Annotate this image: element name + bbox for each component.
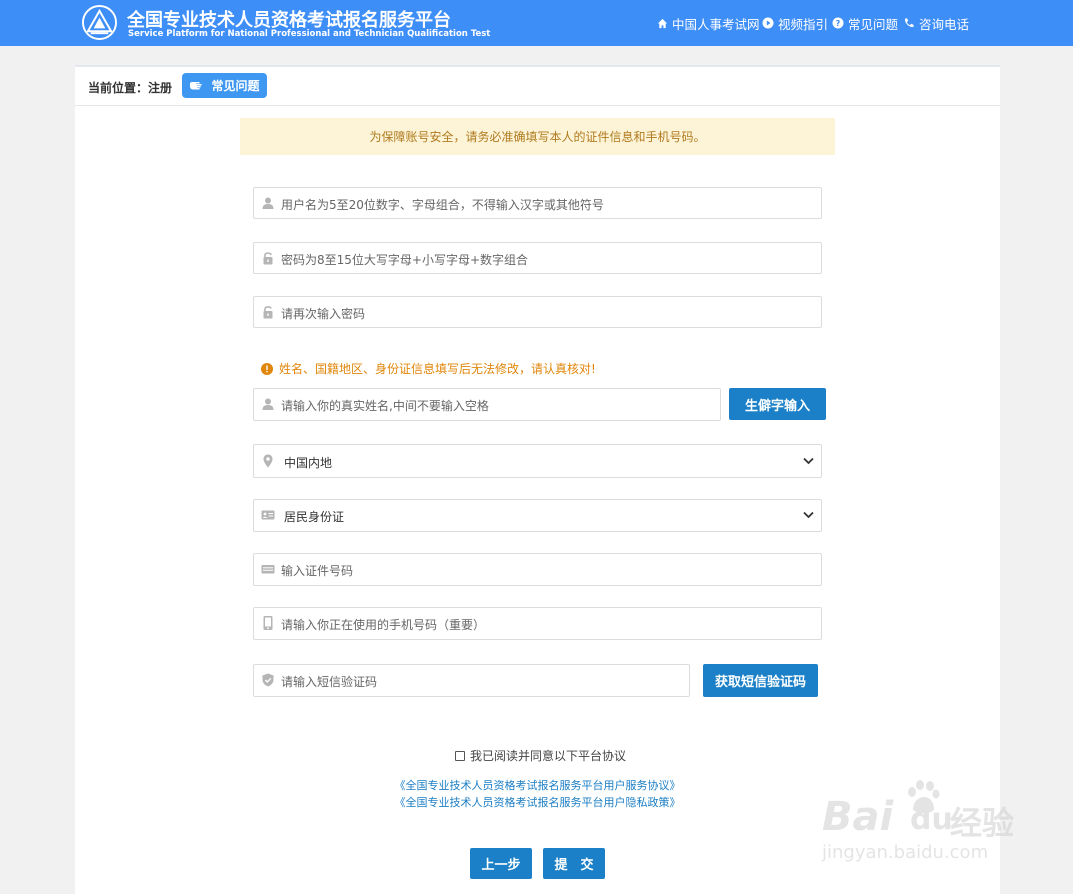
platform-title-en: Service Platform for National Profession… <box>128 29 491 39</box>
home-icon <box>657 18 668 28</box>
breadcrumb: 当前位置：注册 常见问题 <box>75 67 1000 106</box>
unlock-icon <box>263 306 273 319</box>
nav-link-video[interactable]: 视频指引 <box>762 15 829 32</box>
platform-logo <box>82 5 117 40</box>
faq-button-label: 常见问题 <box>211 79 260 93</box>
password-confirm-placeholder: 请再次输入密码 <box>281 307 366 321</box>
nav-link-label: 咨询电话 <box>919 16 970 32</box>
identity-warning-text: 姓名、国籍地区、身份证信息填写后无法修改，请认真核对! <box>279 362 596 376</box>
registration-panel: 当前位置：注册 常见问题 为保障账号安全，请务必准确填写本人的证件信息和手机号码… <box>75 65 1000 894</box>
location-pin-icon <box>263 454 273 468</box>
chevron-down-icon <box>803 457 814 465</box>
nav-link-label: 视频指引 <box>778 16 829 32</box>
id-type-value: 居民身份证 <box>284 510 345 524</box>
agree-row: 我已阅读并同意以下平台协议 <box>455 747 626 764</box>
user-icon <box>262 398 274 410</box>
help-icon: ? <box>832 17 844 29</box>
nav-link-label: 常见问题 <box>848 16 899 32</box>
warning-icon <box>261 362 273 375</box>
security-notice: 为保障账号安全，请务必准确填写本人的证件信息和手机号码。 <box>240 118 835 155</box>
nav-link-cpta[interactable]: 中国人事考试网 <box>657 15 760 32</box>
sms-code-input[interactable]: 请输入短信验证码 <box>253 664 690 697</box>
identity-warning: 姓名、国籍地区、身份证信息填写后无法修改，请认真核对! <box>261 360 596 377</box>
region-select[interactable]: 中国内地 <box>253 444 822 478</box>
user-icon <box>262 197 274 209</box>
svg-text:?: ? <box>836 19 841 28</box>
realname-input[interactable]: 请输入你的真实姓名,中间不要输入空格 <box>253 388 721 421</box>
password-input[interactable]: 密码为8至15位大写字母+小写字母+数字组合 <box>253 242 822 274</box>
play-icon <box>762 17 774 29</box>
pointing-hand-icon <box>190 82 203 90</box>
nav-link-label: 中国人事考试网 <box>672 16 760 32</box>
privacy-policy-link[interactable]: 《全国专业技术人员资格考试报名服务平台用户隐私政策》 <box>75 794 1000 810</box>
id-number-input[interactable]: 输入证件号码 <box>253 553 822 586</box>
phone-placeholder: 请输入你正在使用的手机号码（重要） <box>281 618 486 632</box>
service-agreement-link[interactable]: 《全国专业技术人员资格考试报名服务平台用户服务协议》 <box>75 777 1000 793</box>
mobile-phone-icon <box>263 616 273 630</box>
id-card-icon <box>261 510 275 520</box>
prev-step-button[interactable]: 上一步 <box>470 848 532 879</box>
shield-check-icon <box>262 673 274 687</box>
id-type-select[interactable]: 居民身份证 <box>253 499 822 532</box>
get-sms-code-button[interactable]: 获取短信验证码 <box>703 664 818 697</box>
agree-checkbox[interactable] <box>455 750 465 761</box>
phone-input[interactable]: 请输入你正在使用的手机号码（重要） <box>253 607 822 640</box>
region-value: 中国内地 <box>284 456 333 470</box>
agree-label: 我已阅读并同意以下平台协议 <box>470 749 627 763</box>
realname-placeholder: 请输入你的真实姓名,中间不要输入空格 <box>281 399 489 413</box>
phone-icon <box>904 18 914 28</box>
id-number-placeholder: 输入证件号码 <box>281 564 354 578</box>
sms-code-placeholder: 请输入短信验证码 <box>281 675 378 689</box>
username-placeholder: 用户名为5至20位数字、字母组合，不得输入汉字或其他符号 <box>281 198 604 212</box>
top-header: 全国专业技术人员资格考试报名服务平台 Service Platform for … <box>0 0 1073 46</box>
username-input[interactable]: 用户名为5至20位数字、字母组合，不得输入汉字或其他符号 <box>253 187 822 219</box>
nav-link-phone[interactable]: 咨询电话 <box>903 15 970 32</box>
submit-button[interactable]: 提 交 <box>543 848 605 879</box>
lock-icon <box>263 252 273 265</box>
password-confirm-input[interactable]: 请再次输入密码 <box>253 296 822 328</box>
chevron-down-icon <box>803 511 814 519</box>
password-placeholder: 密码为8至15位大写字母+小写字母+数字组合 <box>281 253 529 267</box>
breadcrumb-label: 当前位置：注册 <box>88 81 173 95</box>
faq-button[interactable]: 常见问题 <box>182 73 267 98</box>
nav-link-faq[interactable]: ? 常见问题 <box>832 15 899 32</box>
rare-char-input-button[interactable]: 生僻字输入 <box>729 388 826 420</box>
card-icon <box>261 565 275 574</box>
